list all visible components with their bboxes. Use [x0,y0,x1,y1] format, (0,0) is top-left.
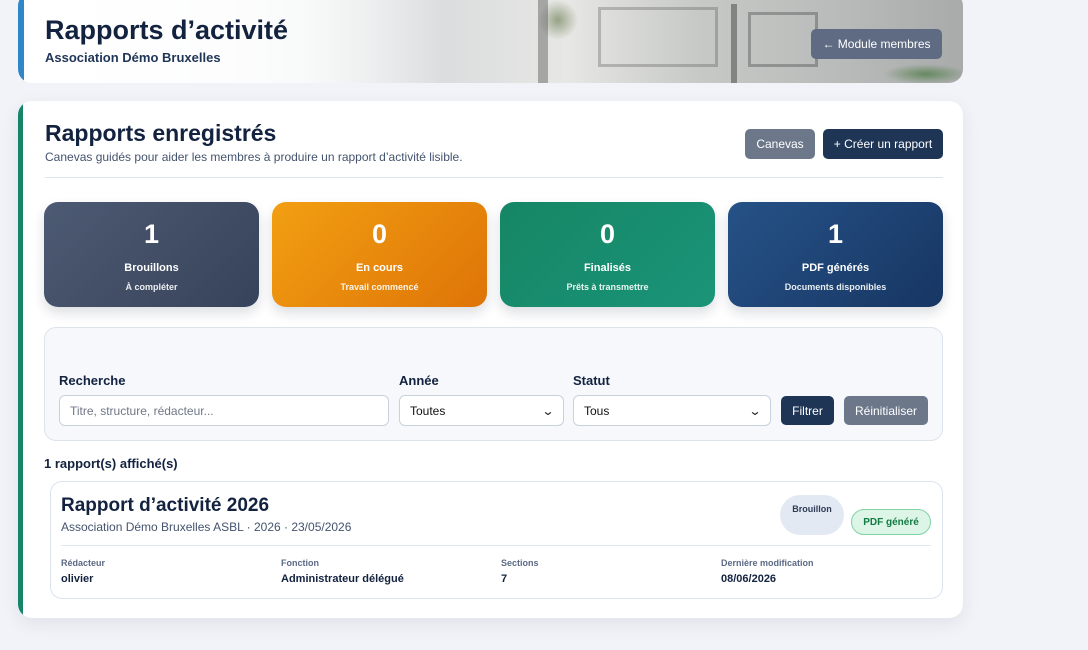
chevron-down-icon: ⌄ [748,403,762,418]
reports-card: Rapports enregistrés Canevas guidés pour… [18,101,963,618]
divider [45,177,943,178]
stat-value: 0 [599,219,616,249]
pdf-badge: PDF généré [851,509,931,535]
stat-card-pdf-generated: 1 PDF générés Documents disponibles [728,202,943,307]
divider [61,545,931,546]
field-label: Sections [501,558,539,568]
reset-button[interactable]: Réinitialiser [844,396,928,425]
stat-value: 1 [143,219,160,249]
field-value: Administrateur délégué [281,573,404,585]
chevron-down-icon: ⌄ [541,403,555,418]
section-title: Rapports enregistrés [45,120,277,146]
stat-label: Finalisés [583,262,632,274]
search-input[interactable] [59,395,389,426]
organization-name: Association Démo Bruxelles [45,50,221,65]
create-report-button[interactable]: + Créer un rapport [823,129,943,159]
report-field-sections: Sections 7 [501,558,539,585]
filter-panel: Recherche Année Toutes ⌄ Statut Tous ⌄ F… [44,327,943,441]
stat-value: 0 [371,219,388,249]
field-label: Dernière modification [721,558,814,568]
field-value: 08/06/2026 [721,573,777,585]
page-title: Rapports d’activité [45,15,289,45]
back-to-members-button[interactable]: ← Module membres [811,29,942,59]
stat-card-finalized: 0 Finalisés Prêts à transmettre [500,202,715,307]
report-field-function: Fonction Administrateur délégué [281,558,404,585]
search-label: Recherche [59,373,126,388]
card-accent-bar [18,101,23,618]
stat-card-in-progress: 0 En cours Travail commencé [272,202,487,307]
filter-button[interactable]: Filtrer [781,396,834,425]
banner-accent-bar [18,0,24,83]
stat-label: Brouillons [124,262,179,274]
field-label: Rédacteur [61,558,106,568]
report-meta: Association Démo Bruxelles ASBL · 2026 ·… [61,520,352,534]
stat-caption: Prêts à transmettre [566,282,649,292]
report-title[interactable]: Rapport d’activité 2026 [61,495,269,517]
status-select[interactable]: Tous ⌄ [573,395,771,426]
stat-label: PDF générés [801,262,870,274]
field-label: Fonction [281,558,319,568]
status-select-value: Tous [584,403,610,418]
stat-caption: Travail commencé [340,282,419,292]
stat-caption: Documents disponibles [784,282,887,292]
header-banner: Rapports d’activité Association Démo Bru… [18,0,963,83]
field-value: 7 [501,573,508,585]
report-card[interactable]: Rapport d’activité 2026 Association Démo… [50,481,943,599]
canevas-button[interactable]: Canevas [745,129,815,159]
section-subtitle: Canevas guidés pour aider les membres à … [45,150,463,164]
status-badge: Brouillon [780,495,844,535]
stat-label: En cours [355,262,404,274]
field-value: olivier [61,573,94,585]
stat-value: 1 [827,219,844,249]
status-label: Statut [573,373,610,388]
report-field-author: Rédacteur olivier [61,558,105,585]
year-select-value: Toutes [410,403,446,418]
year-label: Année [399,373,439,388]
report-field-last-modified: Dernière modification 08/06/2026 [721,558,814,585]
stat-card-drafts: 1 Brouillons À compléter [44,202,259,307]
year-select[interactable]: Toutes ⌄ [399,395,564,426]
results-count: 1 rapport(s) affiché(s) [44,456,178,471]
stat-caption: À compléter [125,282,178,292]
